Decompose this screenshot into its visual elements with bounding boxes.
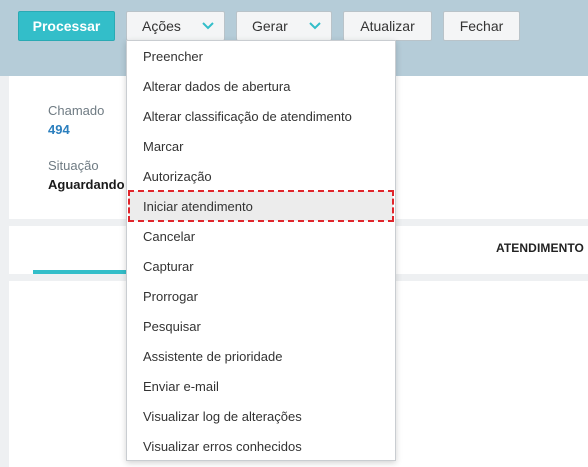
acoes-label: Ações — [142, 18, 181, 34]
menu-item[interactable]: Prorrogar — [129, 281, 393, 311]
menu-item[interactable]: Autorização — [129, 161, 393, 191]
situacao-label: Situação — [48, 158, 99, 173]
menu-item[interactable]: Capturar — [129, 251, 393, 281]
processar-button[interactable]: Processar — [18, 11, 115, 41]
fechar-button[interactable]: Fechar — [443, 11, 520, 41]
menu-item[interactable]: Visualizar log de alterações — [129, 401, 393, 431]
chevron-down-icon — [202, 22, 214, 30]
chevron-down-icon — [309, 22, 321, 30]
menu-item[interactable]: Alterar classificação de atendimento — [129, 101, 393, 131]
acoes-dropdown-menu: Preencher Alterar dados de abertura Altera… — [126, 40, 396, 461]
menu-item[interactable]: Pesquisar — [129, 311, 393, 341]
acoes-dropdown-button[interactable]: Ações — [126, 11, 225, 41]
menu-item[interactable]: Assistente de prioridade — [129, 341, 393, 371]
active-tab-indicator — [33, 270, 133, 274]
gerar-dropdown-button[interactable]: Gerar — [236, 11, 332, 41]
menu-item[interactable]: Iniciar atendimento — [128, 190, 394, 222]
situacao-value: Aguardando a — [48, 177, 136, 192]
chamado-value: 494 — [48, 122, 70, 137]
menu-item[interactable]: Preencher — [129, 41, 393, 71]
gerar-label: Gerar — [252, 18, 288, 34]
menu-item[interactable]: Alterar dados de abertura — [129, 71, 393, 101]
menu-item[interactable]: Cancelar — [129, 221, 393, 251]
menu-item[interactable]: Marcar — [129, 131, 393, 161]
chamado-label: Chamado — [48, 103, 105, 118]
atualizar-button[interactable]: Atualizar — [343, 11, 432, 41]
menu-item[interactable]: Visualizar erros conhecidos — [129, 431, 393, 461]
menu-item[interactable]: Enviar e-mail — [129, 371, 393, 401]
tab-atendimento[interactable]: ATENDIMENTO — [496, 241, 584, 255]
